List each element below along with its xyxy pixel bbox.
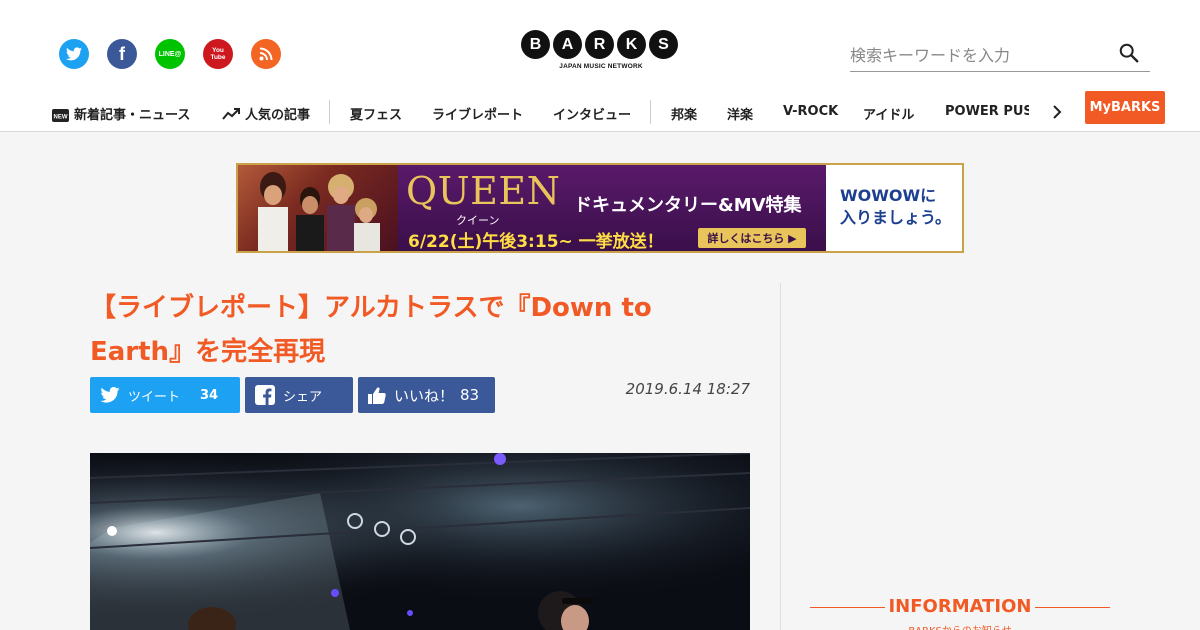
nav-item-label: 新着記事・ニュース [74, 108, 191, 123]
ad-banner[interactable]: QUEEN クイーン ドキュメンタリー&MV特集 6/22(土)午後3:15~ … [236, 163, 964, 253]
site-header: f LINE@ You Tube B A R K S JAPAN MUSIC N… [0, 0, 1200, 132]
thumbs-up-icon [368, 387, 386, 404]
band-silhouette [258, 172, 380, 251]
like-count: 83 [460, 386, 480, 404]
information-heading: INFORMATION [810, 596, 1110, 618]
nav-item-summer-fes[interactable]: 夏フェス [350, 104, 402, 123]
nav-item-yougaku[interactable]: 洋楽 [727, 104, 753, 123]
facebook-share-button[interactable]: シェア [245, 377, 353, 413]
line-label: LINE@ [158, 50, 182, 58]
nav-item-popular[interactable]: 人気の記事 [222, 104, 310, 123]
barks-logo[interactable]: B A R K S JAPAN MUSIC NETWORK [521, 30, 681, 70]
logo-letter: R [585, 30, 614, 59]
facebook-glyph: f [119, 43, 125, 64]
youtube-label: You Tube [210, 47, 226, 61]
tweet-label: ツイート [128, 389, 181, 405]
like-label: いいね！ [394, 386, 455, 405]
banner-band-photo [238, 165, 398, 251]
nav-item-v-rock[interactable]: V-ROCK [783, 104, 838, 119]
heading-rule-right [1035, 607, 1110, 608]
wowow-message: WOWOWに 入りましょう。 [840, 185, 960, 229]
chevron-right-icon[interactable] [1050, 105, 1064, 119]
search-input[interactable] [850, 42, 1110, 68]
banner-subtitle: ドキュメンタリー&MV特集 [574, 195, 802, 216]
article-title: 【ライブレポート】アルカトラスで『Down to Earth』を完全再現 [90, 293, 652, 367]
logo-letters: B A R K S [521, 30, 681, 59]
information-subtitle: BARKSからのお知らせ [810, 622, 1110, 630]
article-main-photo[interactable] [90, 453, 750, 630]
banner-message: QUEEN クイーン ドキュメンタリー&MV特集 6/22(土)午後3:15~ … [398, 165, 826, 251]
nav-item-live-report[interactable]: ライブレポート [432, 104, 523, 123]
logo-tagline: JAPAN MUSIC NETWORK [559, 63, 643, 70]
nav-item-idol[interactable]: アイドル [863, 104, 914, 123]
nav-item-hougaku[interactable]: 邦楽 [671, 104, 697, 123]
like-button[interactable]: いいね！ 83 [358, 377, 495, 413]
logo-letter: S [649, 30, 678, 59]
nav-item-power-push[interactable]: POWER PUSH [945, 104, 1029, 119]
banner-details-button[interactable]: 詳しくはこちら ▶ [698, 228, 806, 248]
nav-item-interview[interactable]: インタビュー [553, 104, 631, 123]
banner-wowow: WOWOWに 入りましょう。 [826, 165, 962, 251]
logo-letter: K [617, 30, 646, 59]
main-nav: NEW 新着記事・ニュース 人気の記事 夏フェス ライブレポート インタビュー 邦… [0, 92, 1200, 132]
twitter-icon[interactable] [59, 39, 89, 69]
search-box [850, 38, 1150, 72]
column-divider [780, 283, 781, 630]
line-icon[interactable]: LINE@ [155, 39, 185, 69]
wowow-line-1: WOWOWに [840, 186, 937, 205]
trending-icon [222, 108, 240, 120]
rss-icon[interactable] [251, 39, 281, 69]
logo-letter: A [553, 30, 582, 59]
mybarks-button[interactable]: MyBARKS [1085, 91, 1165, 124]
youtube-icon[interactable]: You Tube [203, 39, 233, 69]
new-icon: NEW [52, 109, 69, 122]
nav-divider [650, 100, 651, 124]
facebook-icon [255, 385, 275, 405]
tweet-button[interactable]: ツイート 34 [90, 377, 240, 413]
nav-item-label: 人気の記事 [245, 108, 311, 123]
wowow-line-2: 入りましょう。 [840, 208, 952, 227]
concert-stage-image [90, 453, 750, 630]
social-links: f LINE@ You Tube [59, 39, 281, 69]
twitter-icon [100, 387, 120, 403]
banner-title: QUEEN [406, 169, 561, 213]
publish-date: 2019.6.14 18:27 [625, 380, 750, 398]
facebook-icon[interactable]: f [107, 39, 137, 69]
nav-item-news[interactable]: NEW 新着記事・ニュース [52, 104, 190, 123]
tweet-count: 34 [200, 387, 219, 403]
logo-letter: B [521, 30, 550, 59]
banner-broadcast-date: 6/22(土)午後3:15~ 一挙放送！ [408, 232, 664, 252]
new-badge-text: NEW [54, 114, 68, 120]
nav-divider [329, 100, 330, 124]
search-icon[interactable] [1118, 42, 1140, 64]
facebook-share-label: シェア [283, 389, 323, 405]
banner-title-kana: クイーン [456, 214, 500, 227]
